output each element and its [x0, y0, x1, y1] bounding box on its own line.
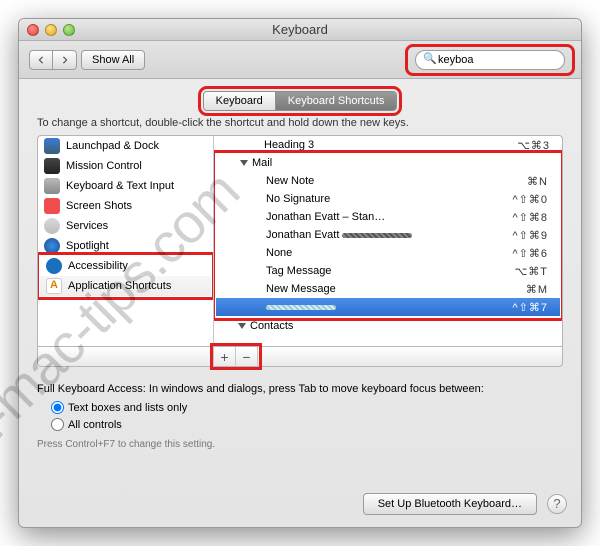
- bluetooth-keyboard-button[interactable]: Set Up Bluetooth Keyboard…: [363, 493, 537, 515]
- spotlight-icon: [44, 238, 60, 254]
- shortcut-label: [266, 301, 513, 313]
- category-label: Application Shortcuts: [68, 280, 171, 292]
- category-row: Services: [38, 216, 213, 236]
- category-row: Screen Shots: [38, 196, 213, 216]
- redacted-icon: [266, 305, 336, 310]
- accessibility-icon: [46, 258, 62, 274]
- category-label: Screen Shots: [66, 200, 132, 212]
- category-row-selected: Application Shortcuts: [40, 276, 211, 296]
- instruction-text: To change a shortcut, double-click the s…: [37, 117, 563, 129]
- search-highlight: 🔍: [409, 48, 571, 72]
- category-row: Keyboard & Text Input: [38, 176, 213, 196]
- nav-segment: [29, 50, 77, 70]
- category-row: Launchpad & Dock: [38, 136, 213, 156]
- category-row: Mission Control: [38, 156, 213, 176]
- keyboard-input-icon: [44, 178, 60, 194]
- category-label: Launchpad & Dock: [66, 140, 159, 152]
- shortcut-label: No Signature: [266, 193, 513, 205]
- tab-keyboard-shortcuts[interactable]: Keyboard Shortcuts: [276, 92, 397, 110]
- forward-button[interactable]: [53, 50, 77, 70]
- shortcut-keys: ^⇧⌘6: [513, 247, 553, 260]
- close-icon[interactable]: [27, 24, 39, 36]
- shortcut-panels: Launchpad & Dock Mission Control Keyboar…: [37, 135, 563, 347]
- radio-input[interactable]: [51, 401, 64, 414]
- add-button[interactable]: +: [214, 347, 236, 366]
- prefs-window: Keyboard Show All 🔍 Keyboard Keyboard Sh…: [18, 18, 582, 528]
- back-button[interactable]: [29, 50, 53, 70]
- category-row: Accessibility: [40, 256, 211, 276]
- shortcut-label: Jonathan Evatt – Stan…: [266, 211, 513, 223]
- shortcut-label: New Note: [266, 175, 527, 187]
- radio-label: Text boxes and lists only: [68, 402, 187, 414]
- radio-input[interactable]: [51, 418, 64, 431]
- remove-button[interactable]: −: [236, 347, 258, 366]
- window-title: Keyboard: [272, 22, 328, 37]
- category-label: Services: [66, 220, 108, 232]
- full-access-heading: Full Keyboard Access: In windows and dia…: [37, 383, 563, 395]
- mission-control-icon: [44, 158, 60, 174]
- shortcut-keys: ⌘N: [527, 175, 552, 188]
- shortcut-keys: ⌥⌘T: [515, 265, 552, 278]
- search-input[interactable]: [415, 50, 565, 70]
- shortcut-label: None: [266, 247, 513, 259]
- shortcut-keys: ^⇧⌘0: [513, 193, 553, 206]
- traffic-lights: [27, 24, 75, 36]
- shortcut-keys: ⌘M: [526, 283, 552, 296]
- shortcut-row-selected: ^⇧⌘7: [216, 298, 560, 316]
- services-icon: [44, 218, 60, 234]
- category-label: Mission Control: [66, 160, 142, 172]
- disclosure-icon[interactable]: [238, 323, 246, 329]
- shortcut-label: New Message: [266, 283, 526, 295]
- chevron-right-icon: [61, 56, 69, 64]
- radio-all-controls[interactable]: All controls: [37, 416, 563, 433]
- radio-text-lists[interactable]: Text boxes and lists only: [37, 399, 563, 416]
- tab-bar: Keyboard Keyboard Shortcuts: [19, 91, 581, 111]
- titlebar: Keyboard: [19, 19, 581, 41]
- shortcut-keys: ^⇧⌘8: [513, 211, 553, 224]
- tab-keyboard[interactable]: Keyboard: [204, 92, 276, 110]
- shortcut-label: Jonathan Evatt: [266, 229, 513, 241]
- app-shortcuts-icon: [46, 278, 62, 294]
- shortcut-label: Heading 3: [264, 139, 517, 151]
- help-button[interactable]: ?: [547, 494, 567, 514]
- disclosure-icon[interactable]: [240, 160, 248, 166]
- show-all-button[interactable]: Show All: [81, 50, 145, 70]
- shortcut-group: Contacts: [250, 320, 554, 332]
- redacted-icon: [342, 233, 412, 238]
- minimize-icon[interactable]: [45, 24, 57, 36]
- full-access-hint: Press Control+F7 to change this setting.: [37, 439, 563, 450]
- category-label: Keyboard & Text Input: [66, 180, 174, 192]
- category-label: Spotlight: [66, 240, 109, 252]
- toolbar: Show All 🔍: [19, 41, 581, 79]
- shortcut-keys: ⌥⌘3: [517, 139, 554, 152]
- shortcut-list[interactable]: Heading 3⌥⌘3 Mail New Note⌘N No Signatur…: [214, 136, 562, 346]
- shortcut-label: Tag Message: [266, 265, 515, 277]
- category-label: Accessibility: [68, 260, 128, 272]
- category-list[interactable]: Launchpad & Dock Mission Control Keyboar…: [38, 136, 214, 346]
- search-icon: 🔍: [423, 52, 437, 65]
- radio-label: All controls: [68, 419, 122, 431]
- add-remove-bar: + −: [37, 347, 563, 367]
- shortcut-keys: ^⇧⌘7: [513, 301, 553, 314]
- launchpad-icon: [44, 138, 60, 154]
- shortcut-group: Mail: [252, 157, 552, 169]
- screenshot-icon: [44, 198, 60, 214]
- category-row: Spotlight: [38, 236, 213, 256]
- chevron-left-icon: [37, 56, 45, 64]
- zoom-icon[interactable]: [63, 24, 75, 36]
- shortcut-keys: ^⇧⌘9: [513, 229, 553, 242]
